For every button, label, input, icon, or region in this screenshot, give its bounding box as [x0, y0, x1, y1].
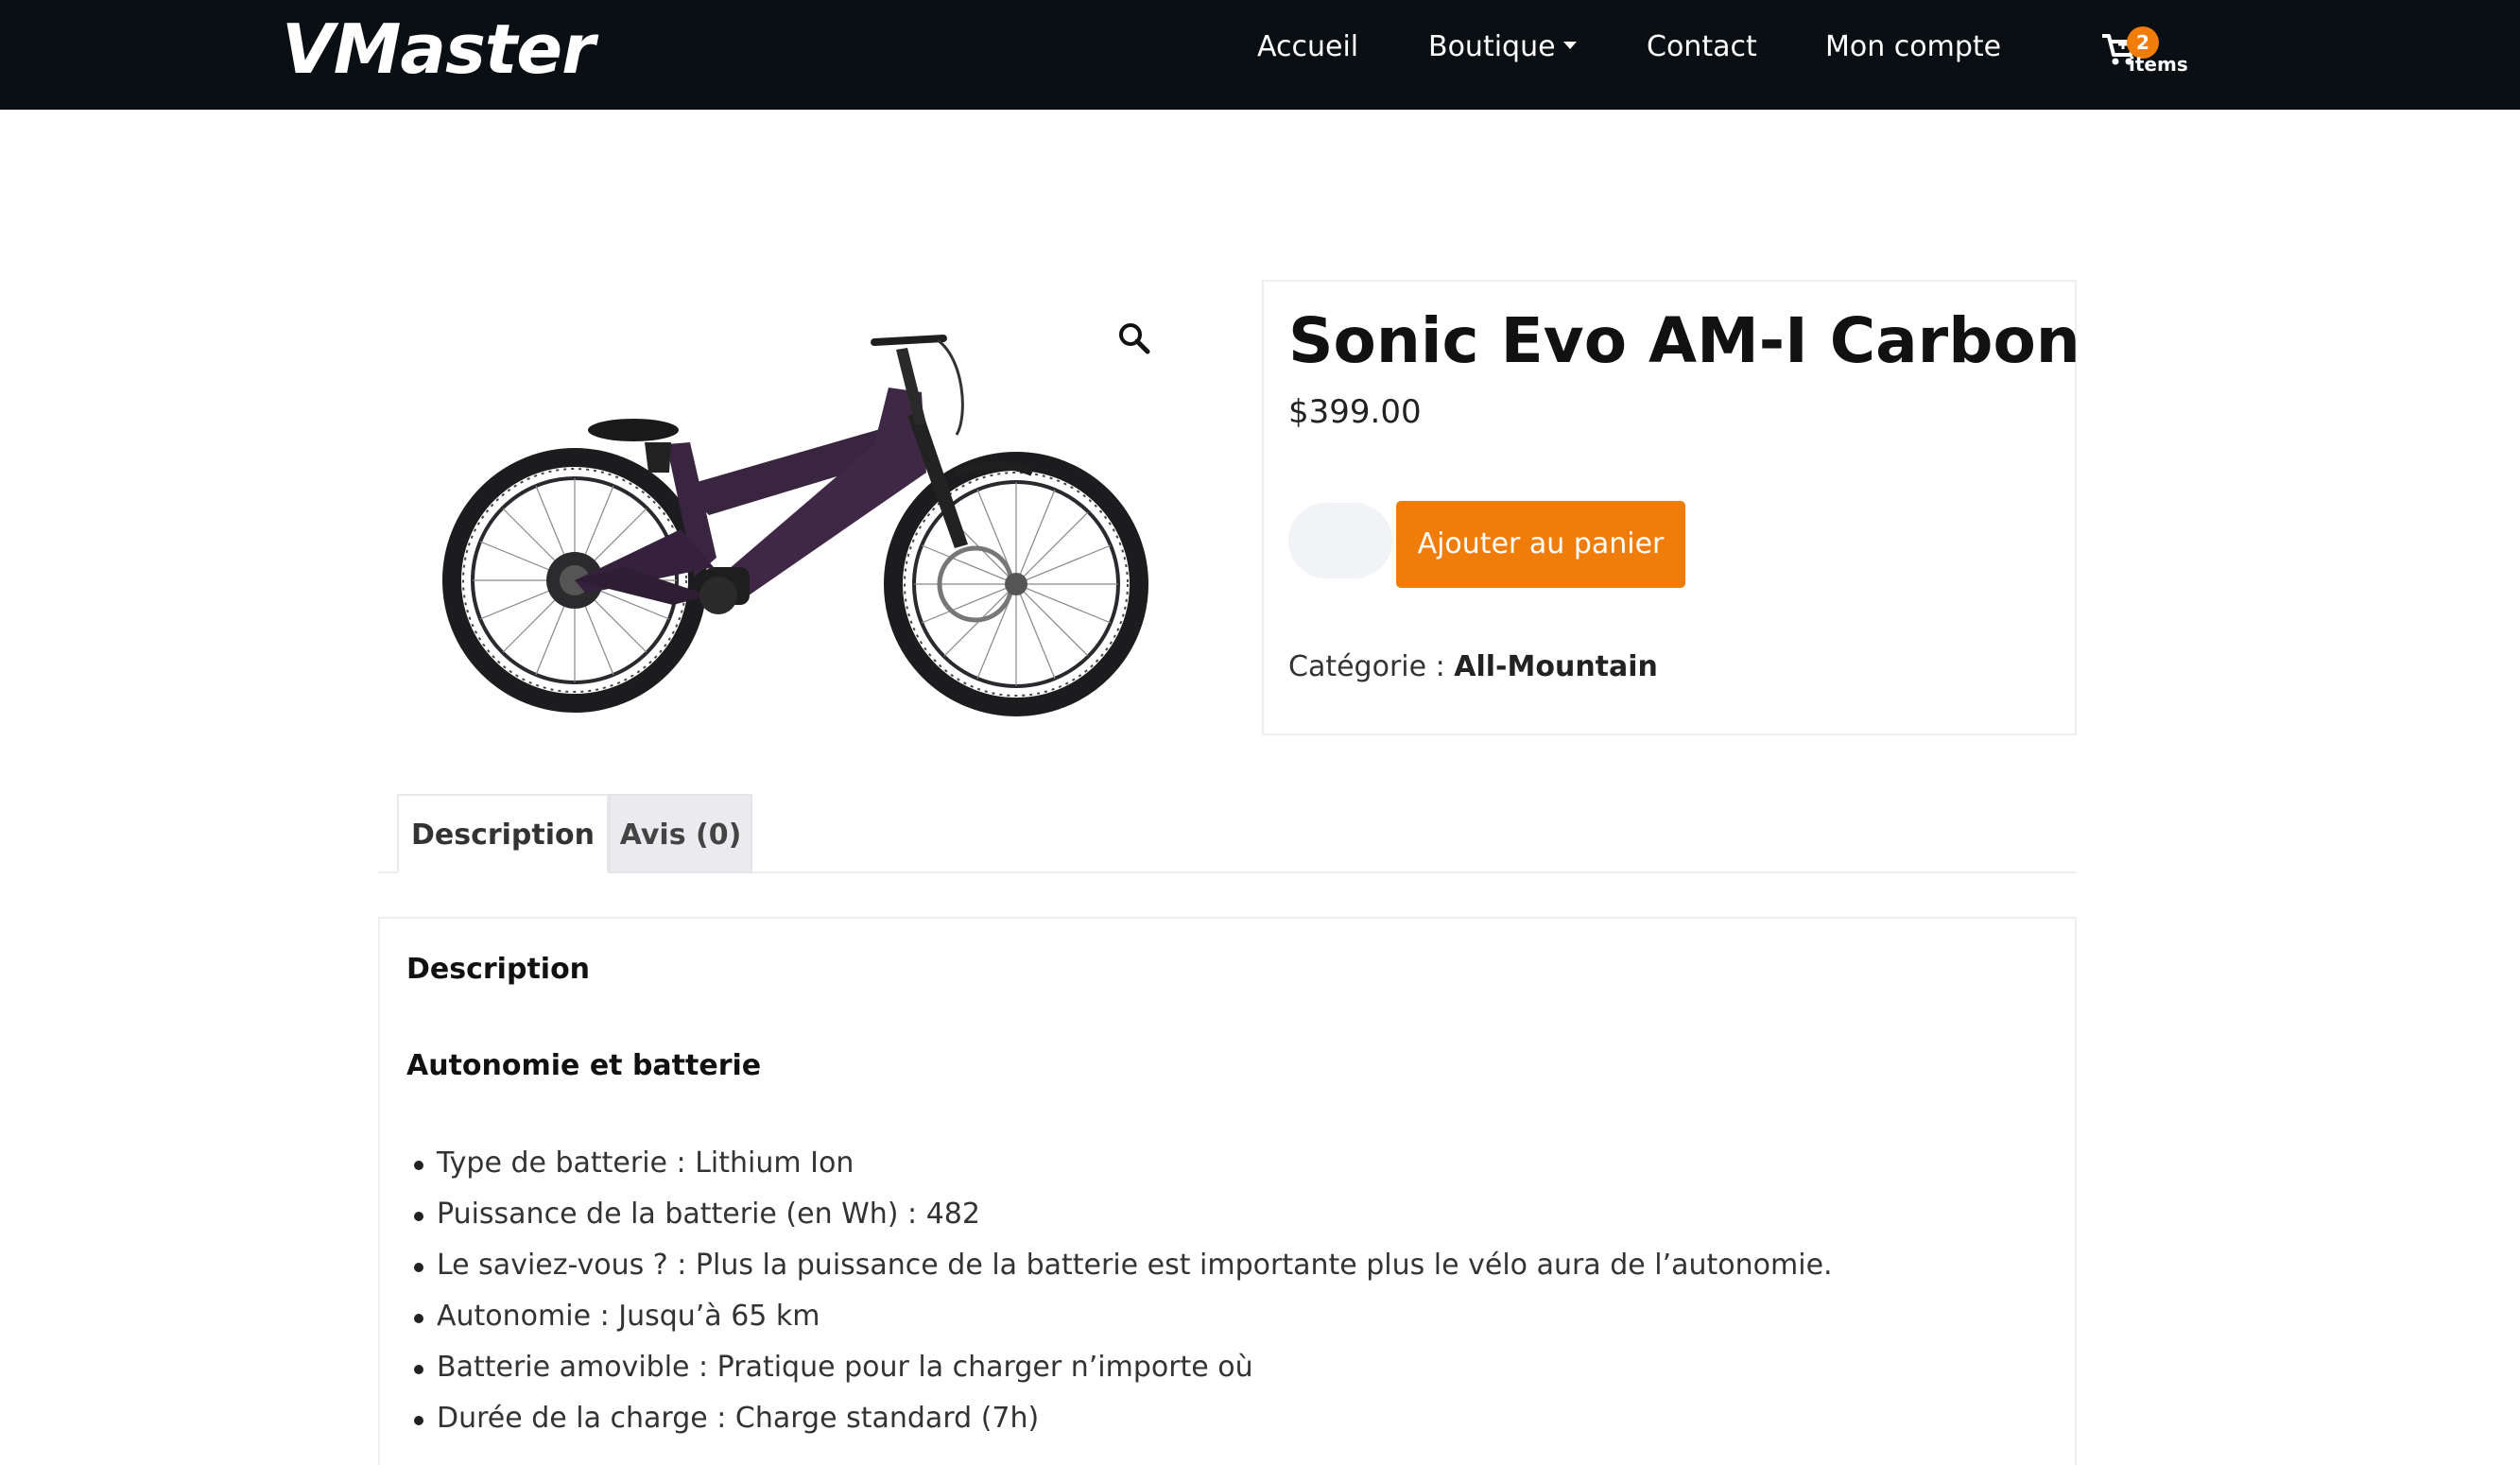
product-summary: Sonic Evo AM-I Carbon $399.00 Ajouter au…: [1262, 280, 2080, 735]
product-title: Sonic Evo AM-I Carbon: [1288, 304, 2080, 377]
tab-description[interactable]: Description: [397, 794, 609, 873]
list-item: Le saviez-vous ? : Plus la puissance de …: [406, 1240, 1833, 1291]
cart-button[interactable]: 2 items: [2100, 26, 2188, 83]
magnifier-icon: [1119, 323, 1150, 354]
list-item: Batterie amovible : Pratique pour la cha…: [406, 1342, 1833, 1393]
product-price: $399.00: [1288, 393, 1422, 431]
nav-account[interactable]: Mon compte: [1825, 30, 2001, 63]
nav-shop[interactable]: Boutique: [1428, 30, 1577, 63]
add-to-cart-button[interactable]: Ajouter au panier: [1396, 501, 1685, 588]
bike-illustration: [442, 335, 1148, 716]
nav-contact[interactable]: Contact: [1647, 30, 1757, 63]
spec-list: Type de batterie : Lithium Ion Puissance…: [406, 1138, 1833, 1444]
cart-items-label: items: [2129, 53, 2188, 76]
list-item: Autonomie : Jusqu’à 65 km: [406, 1291, 1833, 1342]
description-panel: Description Autonomie et batterie Type d…: [378, 917, 2077, 1465]
front-wheel: [884, 452, 1148, 716]
description-heading: Description: [406, 953, 591, 986]
category-link[interactable]: All-Mountain: [1454, 650, 1658, 683]
nav-home[interactable]: Accueil: [1257, 30, 1358, 63]
list-item: Puissance de la batterie (en Wh) : 482: [406, 1189, 1833, 1240]
battery-section-title: Autonomie et batterie: [406, 1049, 762, 1082]
chevron-down-icon: [1562, 41, 1577, 49]
category-label: Catégorie :: [1288, 650, 1445, 683]
list-item: Type de batterie : Lithium Ion: [406, 1138, 1833, 1189]
site-header: VMaster Accueil Boutique Contact Mon com…: [0, 0, 2520, 110]
product-image[interactable]: [397, 284, 1191, 756]
site-logo[interactable]: VMaster: [282, 9, 595, 89]
nav-shop-label: Boutique: [1428, 30, 1556, 63]
zoom-button[interactable]: [1113, 318, 1155, 359]
quantity-input[interactable]: [1288, 503, 1392, 578]
product-category: Catégorie : All-Mountain: [1288, 650, 1658, 683]
list-item: Durée de la charge : Charge standard (7h…: [406, 1393, 1833, 1444]
tab-reviews[interactable]: Avis (0): [609, 794, 752, 873]
